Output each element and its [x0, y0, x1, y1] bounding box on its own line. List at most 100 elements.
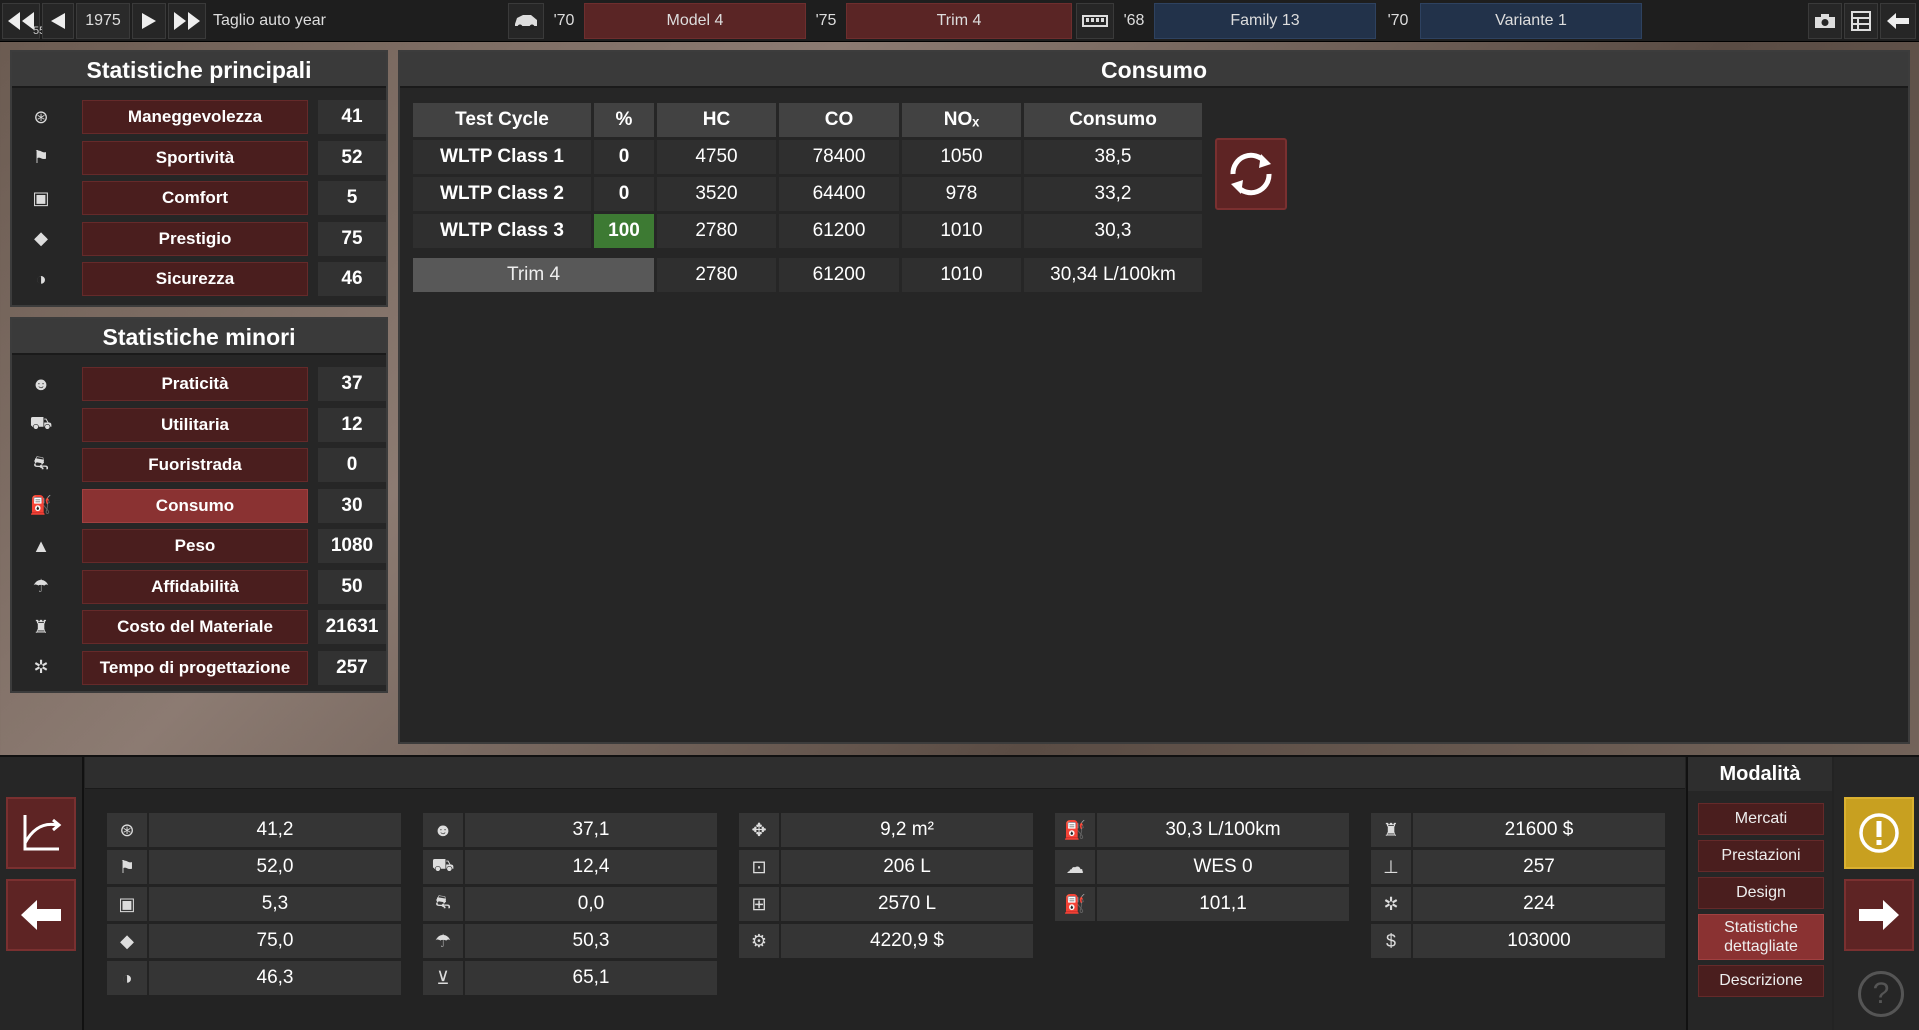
stat-label-button[interactable]: Affidabilità — [82, 569, 308, 604]
mode-descrizione-button[interactable]: Descrizione — [1698, 965, 1824, 997]
summary-cell: ▣ 5,3 — [107, 887, 401, 921]
cycle-name: WLTP Class 2 — [413, 177, 591, 211]
help-icon[interactable]: ? — [1858, 971, 1904, 1017]
consumo-header-row: Test Cycle % HC CO NOₓ Consumo — [413, 103, 1202, 137]
stat-label-button[interactable]: Costo del Materiale — [82, 610, 308, 644]
stat-label-button[interactable]: Peso — [82, 529, 308, 563]
graph-button[interactable] — [6, 797, 76, 869]
summary-value: 103000 — [1413, 924, 1665, 958]
consumo-table: Test Cycle % HC CO NOₓ Consumo WLTP Clas… — [410, 100, 1205, 251]
mode-statistiche-button[interactable]: Statistiche dettagliate — [1698, 914, 1824, 960]
gears-icon: ✲ — [33, 657, 49, 677]
summary-cell: ✥ 9,2 m² — [739, 813, 1033, 847]
summary-cell: ⛟ 12,4 — [423, 850, 717, 884]
right-arrow-icon — [1859, 900, 1899, 930]
emissions-cloud-icon: ☁ — [1055, 850, 1095, 884]
stat-label-button[interactable]: Maneggevolezza — [82, 100, 308, 134]
camera-icon[interactable] — [1808, 3, 1842, 39]
cycle-consumo: 38,5 — [1024, 140, 1202, 174]
engineer-icon: ♜ — [1371, 813, 1411, 847]
left-strip — [0, 757, 84, 1030]
stat-label-button[interactable]: Sportività — [82, 140, 308, 175]
consumo-panel: Consumo Test Cycle % HC CO NOₓ Consumo W… — [398, 50, 1910, 744]
summary-value: WES 0 — [1097, 850, 1349, 884]
stat-label-button[interactable]: Fuoristrada — [82, 448, 308, 482]
stat-row: ⛐ Fuoristrada 0 — [20, 448, 388, 482]
summary-value: 37,1 — [465, 813, 717, 847]
stat-label-button[interactable]: Tempo di progettazione — [82, 650, 308, 685]
fast-forward-icon[interactable] — [168, 3, 206, 39]
summary-value: 52,0 — [149, 850, 401, 884]
cargo-volume-icon: ⊡ — [739, 850, 779, 884]
cycle-hc: 2780 — [657, 214, 776, 248]
weight-icon: ▲ — [32, 535, 50, 556]
previous-page-button[interactable] — [6, 879, 76, 951]
main-stats-panel: Statistiche principali ⊛ Maneggevolezza 41… — [10, 50, 388, 307]
spreadsheet-icon[interactable] — [1844, 3, 1878, 39]
stat-row: ◑ Sicurezza 46 — [20, 262, 388, 296]
summary-cell: ⊛ 41,2 — [107, 813, 401, 847]
bottom-summary: ⊛ 41,2 ⚑ 52,0 ▣ 5,3 ◆ 75,0 ◑ 46,3 ☻ 37,1 ⛟ 12,4 ⛐ 0,0 ☂ 5… — [0, 755, 1919, 1030]
mode-design-button[interactable]: Design — [1698, 877, 1824, 909]
warning-icon — [1859, 813, 1899, 853]
summary-cell: ⛽ 30,3 L/100km — [1055, 813, 1349, 847]
header-test-cycle: Test Cycle — [413, 103, 591, 137]
family-selector[interactable]: Family 13 — [1154, 3, 1376, 39]
prev-year-button[interactable] — [42, 3, 74, 39]
trim-selector[interactable]: Trim 4 — [846, 3, 1072, 39]
stat-label-button[interactable]: Praticità — [82, 367, 308, 401]
cycle-co: 78400 — [779, 140, 899, 174]
summary-cell: ⊻ 65,1 — [423, 961, 717, 995]
stat-label-button[interactable]: Utilitaria — [82, 407, 308, 442]
refresh-button[interactable] — [1215, 138, 1287, 210]
mode-mercati-button[interactable]: Mercati — [1698, 803, 1824, 835]
stat-row: ♜ Costo del Materiale 21631 — [20, 610, 388, 644]
stat-row: ⚑ Sportività 52 — [20, 140, 388, 175]
weight-down-icon: ⊻ — [423, 961, 463, 995]
engine-year: '68 — [1123, 12, 1145, 29]
stat-label-button[interactable]: Prestigio — [82, 221, 308, 256]
fuel-can-icon: ⛽ — [29, 495, 53, 515]
reliability-icon: ☂ — [423, 924, 463, 958]
cycle-percent: 100 — [594, 214, 654, 248]
cycle-consumo: 33,2 — [1024, 177, 1202, 211]
cycle-name: WLTP Class 3 — [413, 214, 591, 248]
stat-label-button[interactable]: Consumo — [82, 488, 308, 523]
summary-value: 224 — [1413, 887, 1665, 921]
cycle-consumo: 30,3 — [1024, 214, 1202, 248]
stat-value: 1080 — [318, 529, 386, 563]
stat-label-button[interactable]: Sicurezza — [82, 262, 308, 296]
next-year-button[interactable] — [132, 3, 166, 39]
refresh-icon — [1230, 152, 1272, 196]
variant-year: '70 — [1387, 12, 1409, 29]
table-row: WLTP Class 3 100 2780 61200 1010 30,3 — [413, 214, 1202, 248]
stat-value: 41 — [318, 100, 386, 134]
anvil-icon: ⊥ — [1371, 850, 1411, 884]
modalita-title: Modalità — [1688, 757, 1832, 791]
summary-value: 65,1 — [465, 961, 717, 995]
stat-row: ☻ Praticità 37 — [20, 367, 388, 401]
diamond-icon: ◆ — [34, 228, 48, 248]
engine-icon — [1076, 3, 1114, 39]
table-row: WLTP Class 1 0 4750 78400 1050 38,5 — [413, 140, 1202, 174]
car-model-icon — [508, 3, 544, 39]
header-co: CO — [779, 103, 899, 137]
summary-cell: ◑ 46,3 — [107, 961, 401, 995]
year-display: 1975 — [76, 3, 130, 39]
service-cost-icon: ⚙ — [739, 924, 779, 958]
back-arrow-icon[interactable] — [1880, 3, 1916, 39]
variant-selector[interactable]: Variante 1 — [1420, 3, 1642, 39]
warning-button[interactable] — [1844, 797, 1914, 869]
stat-label-button[interactable]: Comfort — [82, 181, 308, 215]
stat-row: ⊛ Maneggevolezza 41 — [20, 100, 388, 134]
next-page-button[interactable] — [1844, 879, 1914, 951]
model-selector[interactable]: Model 4 — [584, 3, 806, 39]
stat-value: 21631 — [318, 610, 386, 644]
total-hc: 2780 — [657, 258, 776, 292]
summary-cell: ◆ 75,0 — [107, 924, 401, 958]
main-stats-title: Statistiche principali — [12, 52, 386, 88]
reliability-icon: ☂ — [32, 576, 50, 596]
steering-wheel-icon: ⊛ — [107, 813, 147, 847]
mode-prestazioni-button[interactable]: Prestazioni — [1698, 840, 1824, 872]
rewind-icon[interactable]: 55 — [2, 3, 45, 39]
